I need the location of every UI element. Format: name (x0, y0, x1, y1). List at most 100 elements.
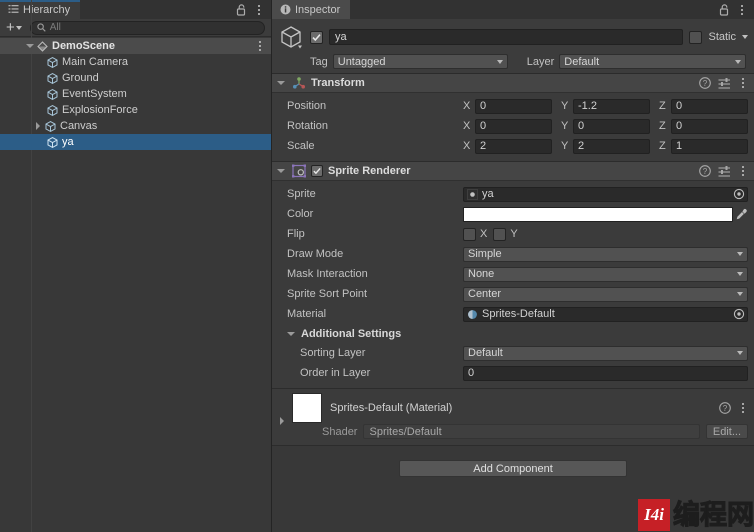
chevron-down-icon[interactable] (277, 81, 285, 85)
axis-z-label: Z (659, 120, 666, 132)
sprite-renderer-kebab-menu-icon[interactable] (738, 164, 748, 178)
watermark: I4i 编程网 (638, 498, 754, 532)
rotation-z-field[interactable]: 0 (671, 118, 748, 134)
chevron-down-icon (496, 59, 503, 64)
create-object-button[interactable]: + (4, 20, 24, 35)
add-component-button[interactable]: Add Component (399, 460, 627, 477)
position-z-value: 0 (676, 100, 683, 112)
sprite-sort-point-label: Sprite Sort Point (287, 288, 368, 300)
tab-inspector[interactable]: Inspector (272, 0, 351, 19)
sprite-value: ya (482, 188, 494, 200)
tag-dropdown[interactable]: Untagged (332, 54, 508, 69)
draw-mode-value: Simple (468, 248, 502, 260)
sorting-layer-dropdown[interactable]: Default (463, 345, 748, 361)
chevron-down-icon[interactable] (26, 44, 34, 48)
position-label: Position (287, 100, 327, 112)
material-object-field[interactable]: Sprites-Default (463, 306, 748, 322)
chevron-right-icon[interactable] (36, 122, 40, 130)
material-preview-title: Sprites-Default (Material) (330, 402, 453, 414)
scale-x-field[interactable]: 2 (475, 138, 552, 154)
draw-mode-row: Draw Mode Simple (278, 244, 748, 264)
transform-scale-row: Scale X 2 Y 2 Z 1 (278, 136, 748, 156)
static-checkbox[interactable] (689, 30, 703, 44)
hierarchy-scene-label: DemoScene (52, 40, 115, 52)
gameobject-enabled-checkbox[interactable] (310, 30, 323, 44)
hierarchy-tabbar-actions (236, 0, 271, 19)
transform-icon (292, 76, 306, 90)
tag-label: Tag (310, 55, 328, 68)
preset-settings-icon[interactable] (718, 165, 731, 177)
rotation-x-field[interactable]: 0 (475, 118, 552, 134)
position-y-field[interactable]: -1.2 (573, 98, 650, 114)
flip-x-checkbox[interactable] (463, 227, 476, 241)
flip-y-label: Y (510, 228, 518, 240)
inspector-kebab-menu-icon[interactable] (737, 3, 747, 17)
hierarchy-kebab-menu-icon[interactable] (254, 3, 264, 17)
help-icon[interactable]: ? (719, 402, 731, 414)
chevron-down-icon (735, 59, 741, 64)
axis-y-label: Y (561, 140, 569, 152)
position-x-field[interactable]: 0 (475, 98, 552, 114)
sprite-renderer-header[interactable]: Sprite Renderer ? (272, 162, 754, 181)
preset-settings-icon[interactable] (718, 77, 731, 89)
tab-hierarchy[interactable]: Hierarchy (0, 0, 81, 19)
svg-text:?: ? (703, 167, 708, 176)
inspector-object-header: ya Static Tag Untagged Layer Default (272, 19, 754, 74)
gameobject-name-field[interactable]: ya (329, 29, 684, 45)
gameobject-icon (46, 56, 59, 69)
gameobject-icon (46, 104, 59, 117)
eyedropper-icon[interactable] (735, 208, 748, 221)
help-icon[interactable]: ? (699, 165, 711, 177)
chevron-down-icon[interactable] (287, 331, 295, 336)
add-component-label: Add Component (473, 462, 553, 475)
sprite-renderer-enabled-checkbox[interactable] (311, 165, 323, 177)
chevron-down-icon (15, 25, 22, 30)
hierarchy-item-ya[interactable]: ya (0, 134, 271, 150)
color-swatch-field[interactable] (463, 206, 733, 222)
lock-open-icon[interactable] (719, 3, 730, 16)
chevron-down-icon[interactable] (277, 169, 285, 173)
material-preview-title-row: Sprites-Default (Material) ? (278, 393, 748, 423)
hierarchy-item-explosionforce[interactable]: ExplosionForce (0, 102, 271, 118)
shader-dropdown[interactable]: Sprites/Default (363, 424, 700, 439)
transform-title: Transform (311, 77, 365, 89)
layer-dropdown[interactable]: Default (559, 54, 746, 69)
hierarchy-item-main-camera[interactable]: Main Camera (0, 54, 271, 70)
material-preview-kebab-menu-icon[interactable] (738, 401, 748, 415)
hierarchy-scene-row[interactable]: DemoScene (0, 38, 271, 54)
hierarchy-item-ground[interactable]: Ground (0, 70, 271, 86)
add-component-wrap: Add Component (272, 460, 754, 477)
sprite-object-field[interactable]: ya (463, 186, 748, 202)
position-z-field[interactable]: 0 (671, 98, 748, 114)
rotation-y-field[interactable]: 0 (573, 118, 650, 134)
flip-y-checkbox[interactable] (493, 227, 507, 241)
mask-interaction-dropdown[interactable]: None (463, 266, 748, 282)
hierarchy-search-input[interactable]: All (29, 20, 265, 35)
position-vector: X 0 Y -1.2 Z 0 (463, 98, 748, 114)
static-chevron-down-icon[interactable] (742, 35, 748, 39)
scale-z-field[interactable]: 1 (671, 138, 748, 154)
material-expand-chevron-right-icon[interactable] (278, 417, 288, 425)
hierarchy-item-label: Main Camera (62, 56, 129, 68)
sprite-object-picker-icon[interactable] (733, 188, 745, 200)
order-in-layer-field[interactable]: 0 (463, 365, 748, 381)
hierarchy-item-eventsystem[interactable]: EventSystem (0, 86, 271, 102)
shader-edit-button[interactable]: Edit... (705, 424, 748, 439)
transform-header[interactable]: Transform ? (272, 74, 754, 93)
lock-open-icon[interactable] (236, 3, 247, 16)
draw-mode-dropdown[interactable]: Simple (463, 246, 748, 262)
material-row: Material Sprites-Default (278, 304, 748, 324)
help-icon[interactable]: ? (699, 77, 711, 89)
mask-interaction-row: Mask Interaction None (278, 264, 748, 284)
material-shader-row: Shader Sprites/Default Edit... (278, 424, 748, 439)
axis-y-label: Y (561, 100, 569, 112)
scale-y-field[interactable]: 2 (573, 138, 650, 154)
hierarchy-item-canvas[interactable]: Canvas (0, 118, 271, 134)
additional-settings-header[interactable]: Additional Settings (278, 324, 748, 343)
material-object-picker-icon[interactable] (733, 308, 745, 320)
sprite-sort-point-dropdown[interactable]: Center (463, 286, 748, 302)
svg-text:?: ? (703, 79, 708, 88)
transform-kebab-menu-icon[interactable] (738, 76, 748, 90)
scene-kebab-menu-icon[interactable] (255, 39, 265, 53)
sprite-renderer-component: Sprite Renderer ? Sprite ya Color Flip X… (272, 162, 754, 389)
